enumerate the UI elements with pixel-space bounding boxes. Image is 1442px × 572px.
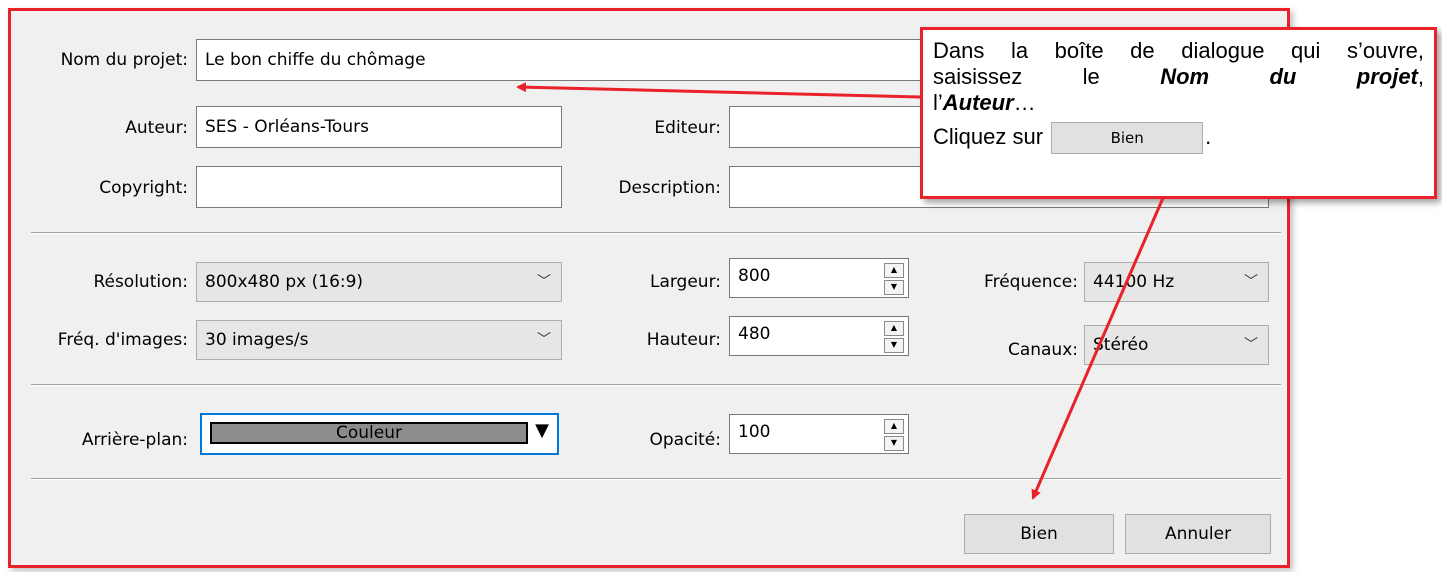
chevron-down-icon: ﹀ bbox=[537, 332, 551, 348]
channels-value: Stéréo bbox=[1093, 335, 1149, 355]
separator-2 bbox=[31, 384, 1281, 386]
callout-line-2: saisissez le Nom du projet, bbox=[933, 64, 1424, 90]
resolution-value: 800x480 px (16:9) bbox=[205, 272, 364, 292]
project-name-label: Nom du projet: bbox=[60, 50, 188, 70]
height-stepper[interactable]: ▲ ▼ bbox=[884, 321, 904, 353]
framerate-select[interactable]: 30 images/s ﹀ bbox=[196, 320, 562, 360]
spin-down-icon[interactable]: ▼ bbox=[884, 436, 904, 451]
channels-label: Canaux: bbox=[1007, 340, 1078, 360]
callout-text: … bbox=[1013, 90, 1036, 115]
callout-text: , bbox=[1417, 64, 1424, 89]
frequency-select[interactable]: 44100 Hz ﹀ bbox=[1084, 262, 1269, 302]
resolution-label: Résolution: bbox=[93, 272, 188, 292]
callout-line-3: l’Auteur… bbox=[933, 90, 1424, 116]
author-input[interactable]: SES - Orléans-Tours bbox=[196, 106, 562, 148]
callout-text: l’ bbox=[933, 90, 943, 115]
width-stepper[interactable]: ▲ ▼ bbox=[884, 263, 904, 295]
spin-up-icon[interactable]: ▲ bbox=[884, 321, 904, 336]
callout-text: Cliquez sur bbox=[933, 123, 1044, 149]
framerate-label: Fréq. d'images: bbox=[57, 330, 188, 350]
callout-ok-button-illustration: Bien bbox=[1051, 122, 1204, 154]
separator-3 bbox=[31, 478, 1281, 480]
spin-up-icon[interactable]: ▲ bbox=[884, 263, 904, 278]
background-value: Couleur bbox=[336, 423, 402, 443]
height-spinbox[interactable]: 480 ▲ ▼ bbox=[729, 316, 909, 356]
description-label: Description: bbox=[618, 178, 721, 198]
opacity-spinbox[interactable]: 100 ▲ ▼ bbox=[729, 414, 909, 454]
width-spinbox[interactable]: 800 ▲ ▼ bbox=[729, 258, 909, 298]
height-value: 480 bbox=[738, 324, 771, 344]
callout-emphasis: Nom du projet bbox=[1160, 64, 1418, 89]
separator-1 bbox=[31, 232, 1281, 234]
author-label: Auteur: bbox=[125, 118, 188, 138]
cancel-button[interactable]: Annuler bbox=[1125, 514, 1271, 554]
chevron-down-icon: ﹀ bbox=[1244, 274, 1258, 290]
frequency-label: Fréquence: bbox=[984, 272, 1078, 292]
opacity-stepper[interactable]: ▲ ▼ bbox=[884, 419, 904, 451]
callout-text: . bbox=[1205, 123, 1212, 149]
chevron-down-icon: ﹀ bbox=[537, 274, 551, 290]
callout-text: saisissez le bbox=[933, 64, 1161, 89]
callout-line-1: Dans la boîte de dialogue qui s’ouvre, bbox=[933, 38, 1424, 63]
spin-up-icon[interactable]: ▲ bbox=[884, 419, 904, 434]
copyright-input[interactable] bbox=[196, 166, 562, 208]
resolution-select[interactable]: 800x480 px (16:9) ﹀ bbox=[196, 262, 562, 302]
callout-emphasis: Auteur bbox=[942, 90, 1014, 115]
ok-button[interactable]: Bien bbox=[964, 514, 1114, 554]
dropdown-arrow-icon: ▼ bbox=[535, 420, 549, 441]
width-label: Largeur: bbox=[649, 272, 721, 292]
background-label: Arrière-plan: bbox=[81, 430, 188, 450]
editor-input[interactable] bbox=[729, 106, 929, 148]
width-value: 800 bbox=[738, 266, 771, 286]
callout-line-4: Cliquez sur Bien. bbox=[933, 122, 1424, 154]
height-label: Hauteur: bbox=[646, 330, 721, 350]
editor-label: Editeur: bbox=[654, 118, 721, 138]
opacity-label: Opacité: bbox=[649, 430, 721, 450]
spin-down-icon[interactable]: ▼ bbox=[884, 280, 904, 295]
spin-down-icon[interactable]: ▼ bbox=[884, 338, 904, 353]
copyright-label: Copyright: bbox=[99, 178, 188, 198]
framerate-value: 30 images/s bbox=[205, 330, 309, 350]
opacity-value: 100 bbox=[738, 422, 771, 442]
chevron-down-icon: ﹀ bbox=[1244, 337, 1258, 353]
background-select[interactable]: Couleur ▼ bbox=[200, 413, 559, 455]
channels-select[interactable]: Stéréo ﹀ bbox=[1084, 325, 1269, 365]
instruction-callout: Dans la boîte de dialogue qui s’ouvre, s… bbox=[920, 27, 1437, 199]
frequency-value: 44100 Hz bbox=[1093, 272, 1175, 292]
background-color-swatch: Couleur bbox=[210, 422, 528, 444]
